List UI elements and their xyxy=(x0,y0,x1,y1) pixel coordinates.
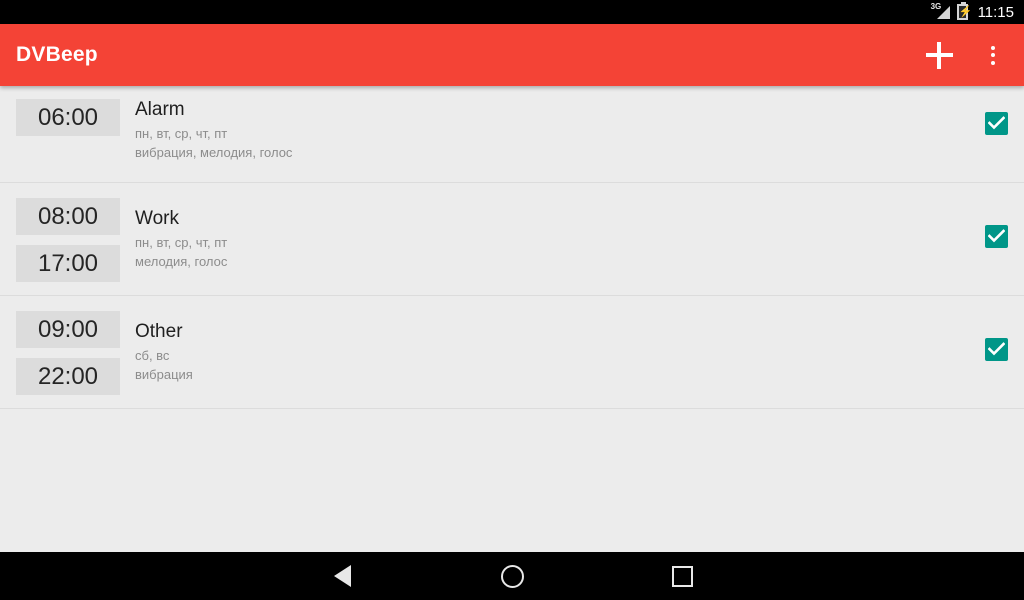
alarm-info: Alarm пн, вт, ср, чт, пт вибрация, мелод… xyxy=(120,86,952,162)
battery-bolt-icon: ⚡ xyxy=(958,6,973,18)
back-triangle-icon xyxy=(333,565,351,587)
alarm-time-badge: 09:00 xyxy=(16,311,120,348)
app-bar-actions xyxy=(922,38,1010,72)
alarm-list: 06:00 Alarm пн, вт, ср, чт, пт вибрация,… xyxy=(0,86,1024,552)
alarm-modes: вибрация xyxy=(135,367,193,382)
alarm-times: 06:00 xyxy=(16,86,120,136)
alarm-list-item[interactable]: 08:00 17:00 Work пн, вт, ср, чт, пт мело… xyxy=(0,183,1024,296)
app-bar: DVBeep xyxy=(0,24,1024,86)
alarm-info: Other сб, вс вибрация xyxy=(120,296,952,384)
plus-icon xyxy=(925,41,953,69)
battery-charging-icon: ⚡ xyxy=(956,2,973,20)
android-screen: 3G ⚡ 11:15 DVBeep 06:00 Alarm пн, вт, ср… xyxy=(0,0,1024,600)
nav-back-button[interactable] xyxy=(257,552,427,600)
home-circle-icon xyxy=(500,564,524,588)
signal-bars xyxy=(936,6,950,19)
alarm-time-badge-secondary: 17:00 xyxy=(16,245,120,282)
alarm-toggle-cell xyxy=(952,183,1008,248)
alarm-enabled-checkbox[interactable] xyxy=(985,338,1008,361)
alarm-toggle-cell xyxy=(952,86,1008,135)
overflow-menu-button[interactable] xyxy=(976,38,1010,72)
alarm-list-item[interactable]: 09:00 22:00 Other сб, вс вибрация xyxy=(0,296,1024,409)
alarm-days: пн, вт, ср, чт, пт xyxy=(135,235,228,250)
check-icon xyxy=(988,342,1005,356)
status-icons: 3G ⚡ 11:15 xyxy=(931,2,1014,21)
status-bar: 3G ⚡ 11:15 xyxy=(0,0,1024,24)
check-icon xyxy=(988,229,1005,243)
alarm-times: 08:00 17:00 xyxy=(16,183,120,282)
alarm-time-badge-secondary: 22:00 xyxy=(16,358,120,395)
alarm-modes: мелодия, голос xyxy=(135,254,228,269)
check-icon xyxy=(988,116,1005,130)
alarm-times: 09:00 22:00 xyxy=(16,296,120,395)
alarm-time-badge: 06:00 xyxy=(16,99,120,136)
alarm-time-badge: 08:00 xyxy=(16,198,120,235)
alarm-title: Work xyxy=(135,208,179,229)
alarm-days: сб, вс xyxy=(135,348,170,363)
app-title: DVBeep xyxy=(16,43,98,66)
alarm-title: Alarm xyxy=(135,99,185,120)
status-clock: 11:15 xyxy=(977,3,1014,21)
alarm-info: Work пн, вт, ср, чт, пт мелодия, голос xyxy=(120,183,952,271)
alarm-days: пн, вт, ср, чт, пт xyxy=(135,126,228,141)
alarm-enabled-checkbox[interactable] xyxy=(985,225,1008,248)
nav-recents-button[interactable] xyxy=(597,552,767,600)
3g-signal-icon: 3G xyxy=(931,3,950,20)
alarm-list-item[interactable]: 06:00 Alarm пн, вт, ср, чт, пт вибрация,… xyxy=(0,86,1024,183)
alarm-toggle-cell xyxy=(952,296,1008,361)
add-alarm-button[interactable] xyxy=(922,38,956,72)
overflow-menu-icon xyxy=(991,45,995,65)
recents-square-icon xyxy=(671,565,693,587)
alarm-enabled-checkbox[interactable] xyxy=(985,112,1008,135)
alarm-title: Other xyxy=(135,321,183,342)
nav-home-button[interactable] xyxy=(427,552,597,600)
alarm-modes: вибрация, мелодия, голос xyxy=(135,145,293,160)
android-navigation-bar xyxy=(0,552,1024,600)
